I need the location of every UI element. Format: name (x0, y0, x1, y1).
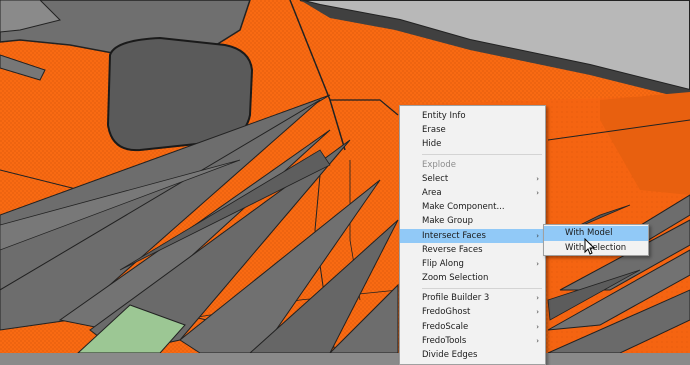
mouse-pointer-icon (584, 238, 596, 255)
submenu-arrow-icon: › (536, 336, 539, 345)
menu-item-label: FredoScale (422, 321, 469, 332)
menu-item-label: FredoTools (422, 335, 467, 346)
submenu-arrow-icon: › (536, 174, 539, 183)
menu-separator (422, 287, 542, 289)
submenu-arrow-icon: › (536, 322, 539, 331)
menu-item-zoom-selection[interactable]: Zoom Selection (400, 271, 545, 285)
menu-item-label: Explode (422, 159, 456, 170)
menu-item-erase[interactable]: Erase (400, 123, 545, 137)
menu-item-fredoscale[interactable]: FredoScale › (400, 320, 545, 334)
menu-separator (422, 154, 542, 156)
submenu-arrow-icon: › (536, 259, 539, 268)
menu-item-explode: Explode (400, 158, 545, 172)
intersect-faces-submenu: With Model With Selection (543, 224, 649, 256)
menu-item-make-component[interactable]: Make Component... (400, 200, 545, 214)
menu-item-divide-edges[interactable]: Divide Edges (400, 348, 545, 362)
sketchup-model-canvas[interactable] (0, 0, 690, 353)
menu-item-area[interactable]: Area › (400, 186, 545, 200)
menu-item-label: FredoGhost (422, 307, 471, 318)
submenu-arrow-icon: › (536, 188, 539, 197)
menu-item-fredotools[interactable]: FredoTools › (400, 334, 545, 348)
submenu-arrow-icon: › (536, 308, 539, 317)
submenu-arrow-icon: › (536, 294, 539, 303)
menu-item-label: Hide (422, 139, 442, 150)
menu-item-label: Profile Builder 3 (422, 293, 490, 304)
context-menu: Entity Info Erase Hide Explode Select › A… (399, 105, 546, 365)
menu-item-intersect-faces[interactable]: Intersect Faces › (400, 228, 545, 243)
menu-item-entity-info[interactable]: Entity Info (400, 109, 545, 123)
menu-item-label: Select (422, 173, 449, 184)
menu-item-label: Reverse Faces (422, 244, 483, 255)
submenu-item-label: With Model (565, 228, 613, 238)
menu-item-hide[interactable]: Hide (400, 137, 545, 151)
3d-viewport[interactable] (0, 0, 690, 353)
menu-item-label: Make Group (422, 216, 473, 227)
submenu-item-with-model[interactable]: With Model (544, 226, 648, 241)
menu-item-label: Divide Edges (422, 350, 478, 360)
menu-item-label: Erase (422, 125, 446, 136)
menu-item-label: Zoom Selection (422, 273, 489, 284)
menu-item-label: Area (422, 187, 442, 198)
menu-item-label: Entity Info (422, 111, 466, 121)
menu-item-label: Flip Along (422, 258, 464, 269)
submenu-arrow-icon: › (536, 231, 539, 240)
menu-item-label: Intersect Faces (422, 230, 486, 241)
menu-item-flip-along[interactable]: Flip Along › (400, 257, 545, 271)
menu-item-make-group[interactable]: Make Group (400, 214, 545, 228)
menu-item-label: Make Component... (422, 202, 505, 213)
menu-item-select[interactable]: Select › (400, 172, 545, 186)
menu-item-profile-builder[interactable]: Profile Builder 3 › (400, 291, 545, 305)
menu-item-reverse-faces[interactable]: Reverse Faces (400, 243, 545, 257)
menu-item-fredoghost[interactable]: FredoGhost › (400, 305, 545, 319)
submenu-item-with-selection[interactable]: With Selection (544, 241, 648, 256)
